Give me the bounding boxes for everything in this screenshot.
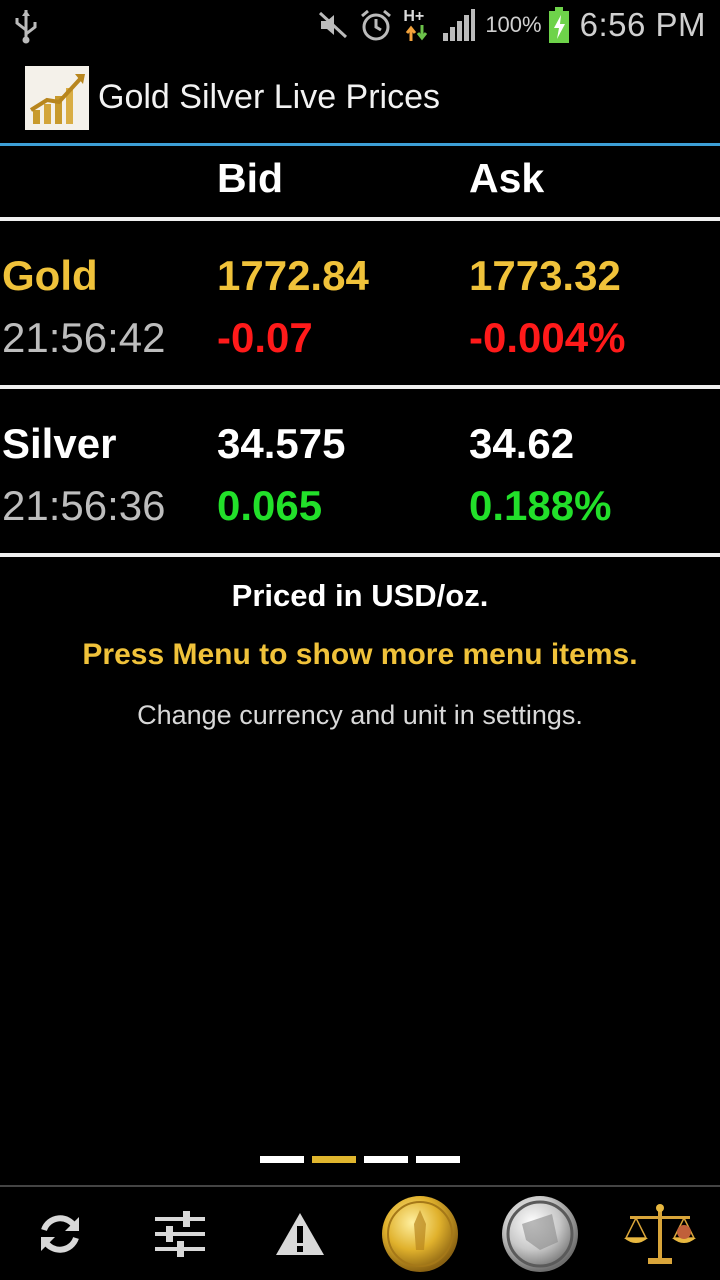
title-divider — [0, 143, 720, 146]
settings-hint: Change currency and unit in settings. — [137, 700, 583, 730]
alerts-button[interactable] — [250, 1187, 350, 1280]
metal-name: Gold — [2, 252, 98, 299]
bid-header: Bid — [217, 155, 284, 201]
page-dot — [260, 1156, 304, 1163]
settings-button[interactable] — [130, 1187, 230, 1280]
scales-icon — [624, 1203, 696, 1264]
menu-hint: Press Menu to show more menu items. — [82, 638, 638, 671]
battery-charging-icon — [548, 7, 569, 43]
page-dot-active — [312, 1156, 356, 1163]
app-title: Gold Silver Live Prices — [98, 78, 441, 116]
price-change-percent: 0.188% — [469, 482, 612, 529]
signal-icon — [443, 9, 476, 41]
clock: 6:56 PM — [579, 6, 706, 43]
ask-price: 34.62 — [469, 420, 575, 467]
update-time: 21:56:36 — [2, 482, 166, 529]
price-change-percent: -0.004% — [469, 314, 626, 361]
settings-sliders-icon — [155, 1210, 205, 1257]
ask-price: 1773.32 — [469, 252, 621, 299]
bid-price: 1772.84 — [217, 252, 369, 299]
battery-percent: 100% — [485, 12, 542, 37]
alarm-icon — [361, 9, 392, 41]
refresh-button[interactable] — [10, 1187, 110, 1280]
page-indicator — [260, 1156, 460, 1163]
silver-coin-icon — [502, 1195, 578, 1272]
divider — [0, 217, 720, 221]
status-bar: H+ 100% 6:56 PM — [0, 0, 720, 50]
metal-name: Silver — [2, 420, 117, 467]
gold-button[interactable] — [370, 1187, 470, 1280]
price-change: 0.065 — [217, 482, 323, 529]
mute-icon — [319, 11, 348, 39]
page-dot — [364, 1156, 408, 1163]
bid-price: 34.575 — [217, 420, 346, 467]
gold-coin-icon — [382, 1195, 458, 1272]
update-time: 21:56:42 — [2, 314, 166, 361]
divider — [0, 385, 720, 389]
bottom-toolbar — [0, 1187, 720, 1280]
currency-unit-note: Priced in USD/oz. — [231, 578, 489, 613]
usb-icon — [15, 10, 37, 44]
divider — [0, 553, 720, 557]
price-change: -0.07 — [217, 314, 313, 361]
network-h-plus-icon: H+ — [403, 8, 431, 42]
alert-icon — [276, 1212, 324, 1255]
scales-button[interactable] — [610, 1187, 710, 1280]
refresh-icon — [41, 1214, 79, 1253]
title-bar: Gold Silver Live Prices — [0, 50, 720, 143]
page-dot — [416, 1156, 460, 1163]
silver-button[interactable] — [490, 1187, 590, 1280]
ask-header: Ask — [469, 155, 545, 201]
rising-chart-icon[interactable] — [25, 66, 89, 130]
